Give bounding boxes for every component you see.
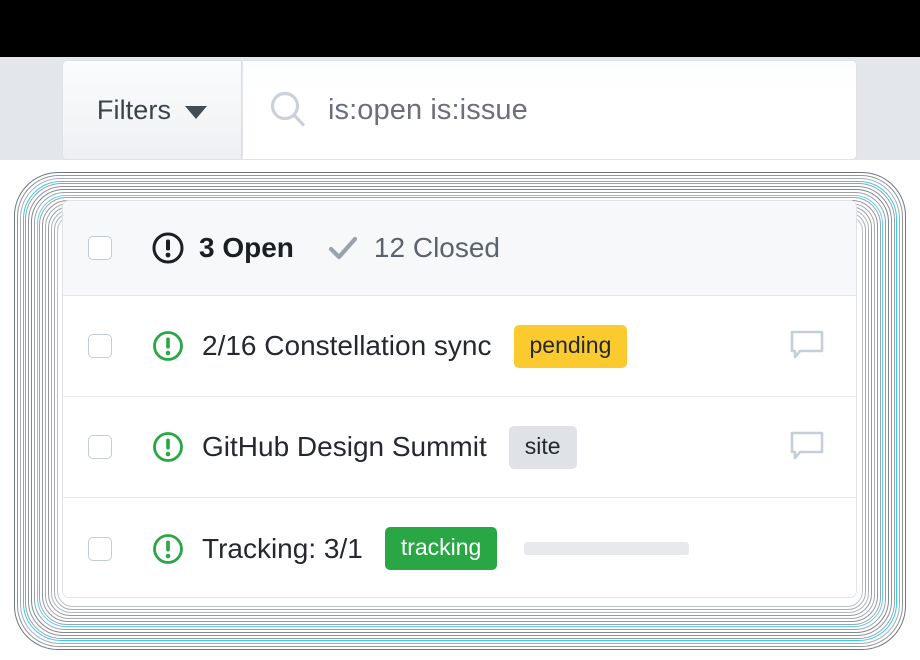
closed-count-label[interactable]: 12 Closed [374, 232, 500, 264]
top-black-band [0, 0, 920, 57]
issue-select-checkbox[interactable] [88, 537, 112, 561]
issue-opened-icon [151, 532, 185, 566]
issue-row[interactable]: 2/16 Constellation sync pending [63, 296, 856, 397]
search-icon [266, 88, 310, 132]
select-all-checkbox[interactable] [88, 236, 112, 260]
issue-search-input[interactable]: is:open is:issue [243, 60, 857, 160]
chevron-down-icon [185, 106, 207, 119]
filters-dropdown-button[interactable]: Filters [62, 60, 242, 160]
issue-list-header: 3 Open 12 Closed [63, 201, 856, 296]
filters-label: Filters [97, 95, 171, 126]
issue-opened-icon [151, 231, 185, 265]
issue-select-checkbox[interactable] [88, 435, 112, 459]
comment-icon[interactable] [789, 429, 825, 465]
issue-title[interactable]: 2/16 Constellation sync [202, 330, 492, 362]
issue-title[interactable]: GitHub Design Summit [202, 431, 487, 463]
open-count-label[interactable]: 3 Open [199, 232, 294, 264]
issue-opened-icon [151, 430, 185, 464]
issue-label-chip[interactable]: site [509, 426, 577, 469]
issue-row[interactable]: Tracking: 3/1 tracking [63, 498, 856, 598]
search-query-text: is:open is:issue [328, 94, 528, 127]
issue-label-chip[interactable]: tracking [385, 527, 498, 570]
issue-title[interactable]: Tracking: 3/1 [202, 533, 363, 565]
issue-label-chip[interactable]: pending [514, 325, 628, 368]
issue-select-checkbox[interactable] [88, 334, 112, 358]
issue-row[interactable]: GitHub Design Summit site [63, 397, 856, 498]
issue-opened-icon [151, 329, 185, 363]
comment-icon[interactable] [789, 328, 825, 364]
metadata-placeholder-bar [524, 542, 689, 555]
check-icon [326, 231, 360, 265]
issue-list-card: 3 Open 12 Closed 2/16 Constellation sync… [62, 200, 857, 598]
